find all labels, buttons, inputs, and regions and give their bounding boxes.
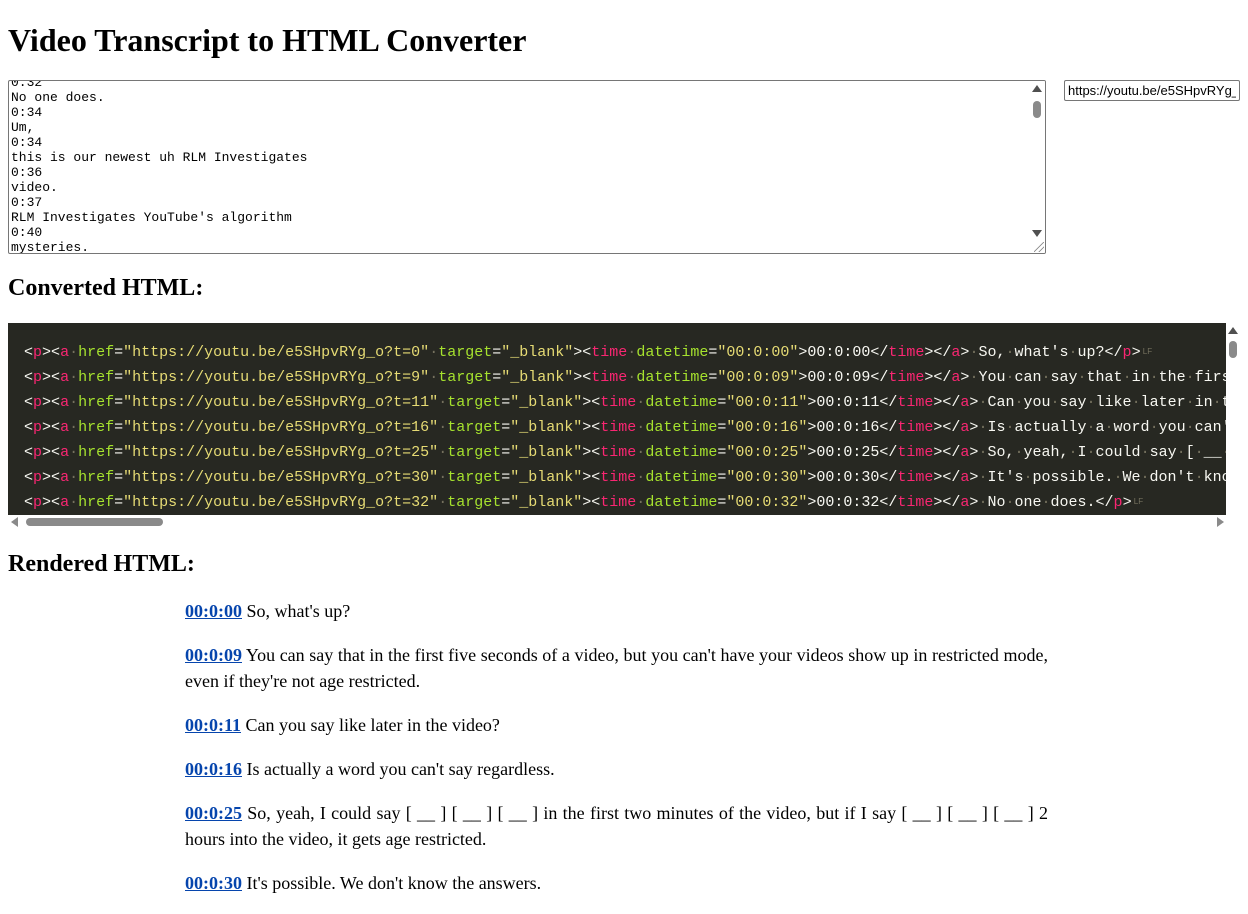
video-url-input[interactable] xyxy=(1064,80,1240,101)
code-lines: <p><a·href="https://youtu.be/e5SHpvRYg_o… xyxy=(24,340,1226,515)
scroll-thumb[interactable] xyxy=(1033,101,1041,118)
rendered-transcript: 00:0:00 So, what's up? 00:0:09 You can sa… xyxy=(185,598,1048,914)
code-line: <p><a·href="https://youtu.be/e5SHpvRYg_o… xyxy=(24,340,1226,365)
code-horizontal-scrollbar[interactable] xyxy=(8,515,1226,529)
page-title: Video Transcript to HTML Converter xyxy=(8,16,526,64)
transcript-text: So, what's up? xyxy=(242,601,350,621)
code-line: <p><a·href="https://youtu.be/e5SHpvRYg_o… xyxy=(24,490,1226,515)
code-line: <p><a·href="https://youtu.be/e5SHpvRYg_o… xyxy=(24,415,1226,440)
timestamp-link[interactable]: 00:0:00 xyxy=(185,601,242,621)
code-scroll-right-arrow-icon[interactable] xyxy=(1217,517,1224,527)
rendered-paragraph: 00:0:11 Can you say like later in the vi… xyxy=(185,712,1048,738)
transcript-text: So, yeah, I could say [ __ ] [ __ ] [ __… xyxy=(185,803,1048,849)
resize-grip-icon[interactable] xyxy=(1034,242,1044,252)
rendered-paragraph: 00:0:16 Is actually a word you can't say… xyxy=(185,756,1048,782)
rendered-paragraph: 00:0:30 It's possible. We don't know the… xyxy=(185,870,1048,896)
code-line: <p><a·href="https://youtu.be/e5SHpvRYg_o… xyxy=(24,440,1226,465)
transcript-text: Can you say like later in the video? xyxy=(241,715,500,735)
scroll-up-arrow-icon[interactable] xyxy=(1032,85,1042,92)
transcript-textarea[interactable]: 0:32 No one does. 0:34 Um, 0:34 this is … xyxy=(8,80,1046,254)
timestamp-link[interactable]: 00:0:11 xyxy=(185,715,241,735)
transcript-text: Is actually a word you can't say regardl… xyxy=(242,759,555,779)
rendered-html-heading: Rendered HTML: xyxy=(8,548,195,580)
rendered-paragraph: 00:0:09 You can say that in the first fi… xyxy=(185,642,1048,694)
code-viewport: <p><a·href="https://youtu.be/e5SHpvRYg_o… xyxy=(8,323,1226,515)
code-line: <p><a·href="https://youtu.be/e5SHpvRYg_o… xyxy=(24,365,1226,390)
code-line: <p><a·href="https://youtu.be/e5SHpvRYg_o… xyxy=(24,390,1226,415)
code-scroll-up-arrow-icon[interactable] xyxy=(1228,327,1238,334)
code-line: <p><a·href="https://youtu.be/e5SHpvRYg_o… xyxy=(24,465,1226,490)
timestamp-link[interactable]: 00:0:09 xyxy=(185,645,242,665)
rendered-paragraph: 00:0:25 So, yeah, I could say [ __ ] [ _… xyxy=(185,800,1048,852)
timestamp-link[interactable]: 00:0:25 xyxy=(185,803,242,823)
transcript-text: You can say that in the first five secon… xyxy=(185,645,1048,691)
scroll-down-arrow-icon[interactable] xyxy=(1032,230,1042,237)
timestamp-link[interactable]: 00:0:16 xyxy=(185,759,242,779)
code-vertical-thumb[interactable] xyxy=(1229,341,1237,358)
transcript-text: It's possible. We don't know the answers… xyxy=(242,873,541,893)
code-vertical-scrollbar[interactable] xyxy=(1226,323,1240,515)
converted-html-code-block[interactable]: <p><a·href="https://youtu.be/e5SHpvRYg_o… xyxy=(8,323,1240,529)
transcript-text: 0:32 No one does. 0:34 Um, 0:34 this is … xyxy=(11,80,1027,254)
transcript-scrollbar[interactable] xyxy=(1029,81,1045,253)
rendered-paragraph: 00:0:00 So, what's up? xyxy=(185,598,1048,624)
code-horizontal-thumb[interactable] xyxy=(26,518,163,526)
converted-html-heading: Converted HTML: xyxy=(8,272,203,304)
timestamp-link[interactable]: 00:0:30 xyxy=(185,873,242,893)
code-scroll-left-arrow-icon[interactable] xyxy=(11,517,18,527)
